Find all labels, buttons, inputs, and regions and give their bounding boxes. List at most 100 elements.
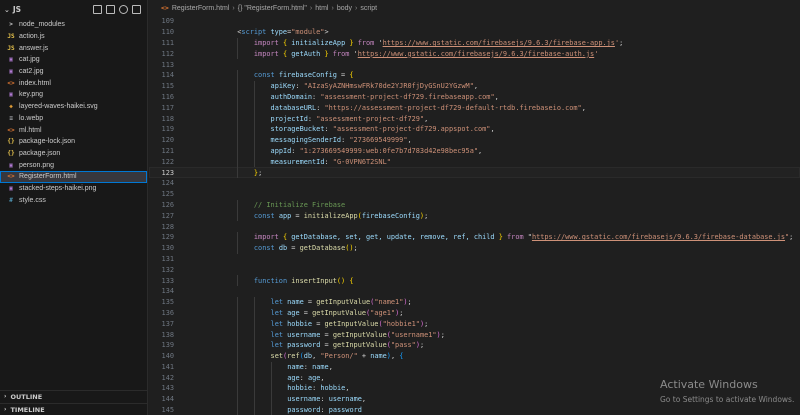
code-line[interactable]: 125 bbox=[149, 189, 800, 200]
code-token: > bbox=[324, 28, 329, 37]
code-line[interactable]: 141 name: name, bbox=[149, 361, 800, 373]
outline-section[interactable]: › OUTLINE bbox=[0, 390, 148, 402]
code-text: <script type="module"> bbox=[237, 28, 328, 36]
code-line[interactable]: 137 let hobbie = getInputValue("hobbie1")… bbox=[149, 318, 800, 330]
code-token: name bbox=[287, 362, 304, 371]
new-file-icon[interactable] bbox=[93, 5, 102, 14]
code-text: measurementId: "G-0VPN6T2SNL" bbox=[271, 158, 391, 166]
explorer-header[interactable]: ⌄ JS bbox=[0, 0, 147, 19]
code-line[interactable]: 140 set(ref(db, "Person/" + name), { bbox=[149, 350, 800, 362]
code-editor[interactable]: <> RegisterForm.html › {} "RegisterForm.… bbox=[149, 0, 800, 415]
breadcrumb-document[interactable]: {} "RegisterForm.html" bbox=[238, 5, 307, 12]
refresh-icon[interactable] bbox=[119, 5, 128, 14]
css-file-icon: # bbox=[9, 196, 13, 204]
code-line[interactable]: 127 const app = initializeApp(firebaseCon… bbox=[149, 210, 800, 222]
code-line[interactable]: 124 bbox=[149, 178, 800, 189]
code-line[interactable]: 120 messagingSenderId: "273669549999", bbox=[149, 134, 800, 146]
breadcrumb-script[interactable]: script bbox=[360, 5, 377, 12]
breadcrumb-file[interactable]: RegisterForm.html bbox=[172, 5, 230, 12]
code-line[interactable]: 123}; bbox=[149, 167, 800, 178]
code-line[interactable]: 136 let age = getInputValue("age1"); bbox=[149, 307, 800, 319]
code-line[interactable]: 121 appId: "1:273669549999:web:0fe7b7d783… bbox=[149, 145, 800, 157]
indent-guide bbox=[253, 102, 255, 114]
code-text: import { initializeApp } from 'https://w… bbox=[254, 39, 623, 47]
timeline-section[interactable]: › TIMELINE bbox=[0, 403, 148, 415]
code-line[interactable]: 139 let password = getInputValue("pass"); bbox=[149, 339, 800, 351]
code-line[interactable]: 119 storageBucket: "assessment-project-df… bbox=[149, 123, 800, 135]
code-line[interactable]: 134 bbox=[149, 286, 800, 297]
code-line[interactable]: 129 import { getDatabase, set, get, updat… bbox=[149, 231, 800, 243]
code-line[interactable]: 116 authDomain: "assessment-project-df729… bbox=[149, 91, 800, 103]
file-item[interactable]: > node_modules bbox=[0, 19, 147, 31]
file-item[interactable]: ≡ lo.webp bbox=[0, 113, 147, 125]
code-line[interactable]: 132 bbox=[149, 264, 800, 275]
code-line[interactable]: 112 import { getAuth } from 'https://www.… bbox=[149, 48, 800, 60]
code-line[interactable]: 117 databaseURL: "https://assessment-proj… bbox=[149, 102, 800, 114]
code-line[interactable]: 109 bbox=[149, 16, 800, 27]
code-line[interactable]: 130 const db = getDatabase(); bbox=[149, 242, 800, 254]
file-item[interactable]: ◈ layered-waves-haikei.svg bbox=[0, 101, 147, 113]
new-folder-icon[interactable] bbox=[106, 5, 115, 14]
file-item[interactable]: JS action.js bbox=[0, 31, 147, 43]
img-file-icon: ▣ bbox=[9, 91, 13, 99]
code-token: , bbox=[320, 373, 325, 382]
file-item[interactable]: {} package-lock.json bbox=[0, 136, 147, 148]
code-line[interactable]: 128 bbox=[149, 221, 800, 232]
code-line[interactable]: 122 measurementId: "G-0VPN6T2SNL" bbox=[149, 156, 800, 168]
file-item[interactable]: <> ml.html bbox=[0, 124, 147, 136]
code-token: ; bbox=[407, 298, 412, 307]
code-line[interactable]: 113 bbox=[149, 59, 800, 70]
svg-file-icon: ◈ bbox=[9, 103, 13, 111]
code-token: from bbox=[357, 38, 375, 47]
line-number: 117 bbox=[161, 103, 174, 112]
code-line[interactable]: 145 password: password bbox=[149, 404, 800, 415]
code-line[interactable]: 133 function insertInput() { bbox=[149, 275, 800, 286]
indent-guide bbox=[237, 404, 239, 415]
file-item[interactable]: <> index.html bbox=[0, 77, 147, 89]
file-item[interactable]: ▣ key.png bbox=[0, 89, 147, 101]
breadcrumb-html[interactable]: html bbox=[315, 5, 328, 12]
img-file-icon: ▣ bbox=[9, 68, 13, 76]
code-text: storageBucket: "assessment-project-df729… bbox=[271, 125, 495, 133]
code-line[interactable]: 138 let username = getInputValue("usernam… bbox=[149, 329, 800, 340]
file-item[interactable]: ▣ cat2.jpg bbox=[0, 66, 147, 78]
indent-guide bbox=[237, 48, 239, 60]
indent-guide bbox=[253, 80, 255, 92]
code-line[interactable]: 115 apiKey: "AIzaSyAZNHmswFRk70de2YJR0fjD… bbox=[149, 80, 800, 92]
code-token: , bbox=[581, 103, 586, 112]
file-item[interactable]: ▣ stacked-steps-haikei.png bbox=[0, 183, 147, 195]
code-token: , bbox=[473, 82, 479, 91]
code-token: ; bbox=[424, 319, 429, 328]
chevron-down-icon[interactable]: ⌄ bbox=[4, 6, 10, 14]
file-item[interactable]: {} package.json bbox=[0, 148, 147, 160]
indent-guide bbox=[237, 167, 239, 178]
code-token: messagingSenderId bbox=[270, 136, 342, 145]
indent-guide bbox=[237, 80, 239, 92]
code-line[interactable]: 111 import { initializeApp } from 'https:… bbox=[149, 37, 800, 49]
file-name: answer.js bbox=[19, 44, 49, 52]
file-item[interactable]: ▣ person.png bbox=[0, 159, 147, 171]
indent-guide bbox=[253, 372, 255, 384]
code-text: appId: "1:273669549999:web:0fe7b7d783d42… bbox=[271, 147, 483, 155]
code-line[interactable]: 110 <script type="module"> bbox=[149, 27, 800, 38]
code-line[interactable]: 126 // Initialize Firebase bbox=[149, 199, 800, 211]
file-item[interactable]: <> RegisterForm.html bbox=[0, 170, 147, 183]
collapse-all-icon[interactable] bbox=[132, 5, 141, 14]
code-area[interactable]: 109 110 <script type="module"> 111 import { … bbox=[149, 16, 800, 415]
code-token: script bbox=[241, 28, 267, 37]
code-line[interactable]: 135 let name = getInputValue("name1"); bbox=[149, 296, 800, 308]
img-file-icon: ▣ bbox=[9, 161, 13, 169]
code-text: let name = getInputValue("name1"); bbox=[271, 298, 412, 306]
line-number: 145 bbox=[161, 406, 174, 415]
code-line[interactable]: 131 bbox=[149, 254, 800, 265]
code-line[interactable]: 114 const firebaseConfig = { bbox=[149, 69, 800, 81]
code-token: ; bbox=[399, 308, 404, 317]
code-token: " bbox=[523, 233, 532, 242]
code-token: storageBucket bbox=[270, 125, 325, 134]
file-item[interactable]: JS answer.js bbox=[0, 42, 147, 54]
code-line[interactable]: 118 projectId: "assessment-project-df729"… bbox=[149, 113, 800, 124]
file-item[interactable]: ▣ cat.jpg bbox=[0, 54, 147, 66]
indent-guide bbox=[270, 404, 272, 415]
file-item[interactable]: # style.css bbox=[0, 194, 147, 206]
breadcrumb-body[interactable]: body bbox=[337, 5, 352, 12]
